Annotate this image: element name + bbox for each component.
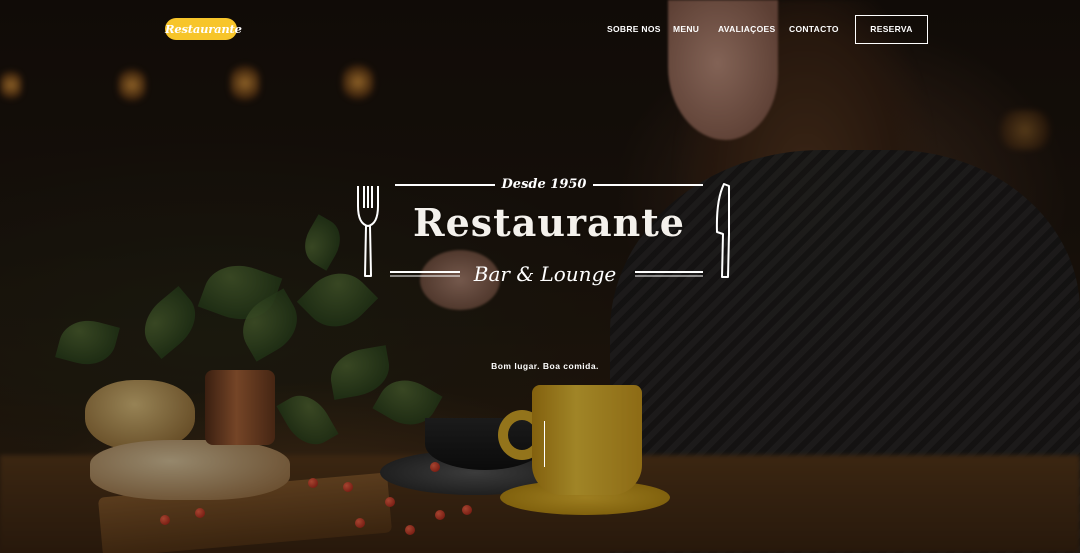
hero-tagline: Bom lugar. Boa comida.: [491, 361, 599, 371]
scroll-indicator-line[interactable]: [544, 421, 545, 467]
brand-title: Restaurante: [413, 200, 685, 245]
brand-subtitle: Bar & Lounge: [473, 262, 617, 286]
since-text: Desde 1950: [501, 177, 587, 192]
knife-icon: [715, 183, 730, 278]
fork-icon: [357, 186, 379, 277]
